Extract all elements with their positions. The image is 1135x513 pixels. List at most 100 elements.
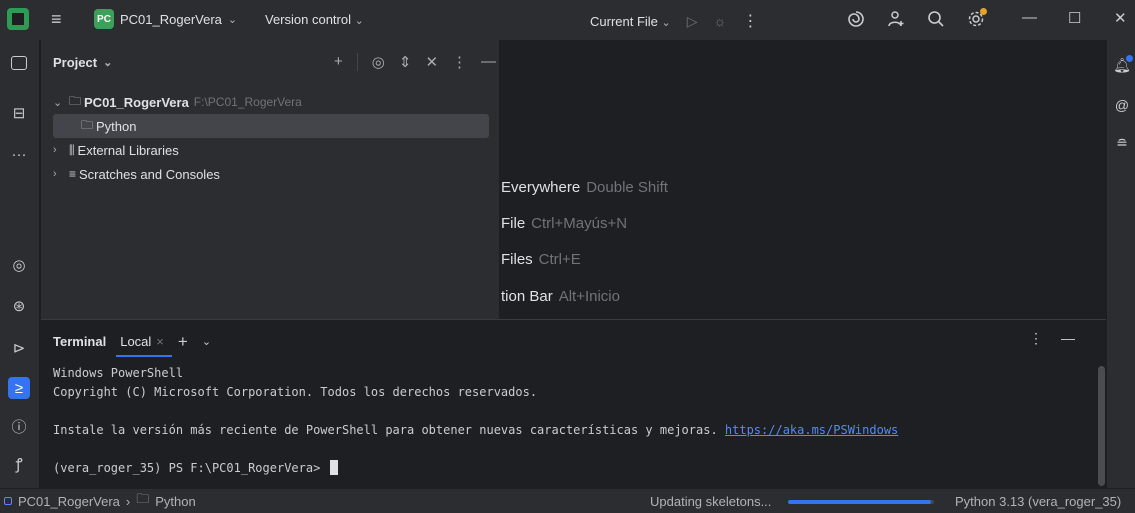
project-panel: Project ⌄ + ◎ ⇕ ✕ ⋮ — ⌄ 🗀︎ PC01_RogerVer… — [41, 40, 500, 319]
terminal-tab-bar: Terminal Local × + ⌄ — [53, 330, 211, 357]
add-user-icon[interactable] — [885, 8, 907, 30]
editor-area: Everywhere Double Shift File Ctrl+Mayús+N … — [501, 40, 1106, 319]
terminal-output[interactable]: Windows PowerShell Copyright (C) Microso… — [53, 364, 898, 478]
hide-panel-icon[interactable]: — — [481, 53, 496, 71]
new-file-icon[interactable]: + — [334, 53, 343, 71]
hint-go-to-file: File Ctrl+Mayús+N — [501, 215, 627, 232]
hint-search-everywhere: Everywhere Double Shift — [501, 179, 668, 196]
folder-icon: 🗀︎ — [69, 93, 82, 108]
project-square-icon — [4, 497, 12, 505]
terminal-icon[interactable]: ≥ — [8, 377, 30, 399]
terminal-options: ⋮ — — [1029, 330, 1075, 347]
ai-assistant-icon[interactable] — [845, 8, 867, 30]
settings-gear-icon[interactable] — [965, 8, 987, 30]
close-icon[interactable]: ✕ — [1114, 9, 1127, 27]
tree-item-path: F:\PC01_RogerVera — [193, 95, 302, 109]
tree-item-label: Scratches and Consoles — [79, 166, 220, 182]
hint-shortcut: Double Shift — [586, 179, 668, 196]
breadcrumb-folder[interactable]: Python — [155, 494, 195, 509]
progress-bar[interactable] — [788, 500, 934, 504]
expand-all-icon[interactable]: ⇕ — [399, 53, 412, 71]
debug-icon[interactable]: ☼ — [714, 13, 727, 29]
terminal-tab-local[interactable]: Local × — [116, 334, 172, 357]
chevron-right-icon[interactable]: › — [53, 168, 69, 180]
structure-icon[interactable]: ⊟ — [8, 102, 30, 124]
locate-file-icon[interactable]: ◎ — [372, 53, 385, 71]
project-view-selector[interactable]: Project ⌄ — [53, 55, 112, 70]
main-menu-icon[interactable]: ≡ — [51, 10, 69, 28]
library-icon: ⫼ — [69, 142, 75, 157]
powershell-link[interactable]: https://aka.ms/PSWindows — [725, 423, 898, 437]
chevron-down-icon[interactable]: ⌄ — [202, 335, 211, 348]
chevron-right-icon[interactable]: › — [53, 144, 69, 156]
background-task-label[interactable]: Updating skeletons... — [650, 494, 771, 509]
collapse-all-icon[interactable]: ✕ — [425, 53, 438, 71]
options-icon[interactable]: ⋮ — [1029, 330, 1043, 347]
folder-icon: 🗀︎ — [81, 117, 94, 132]
services-icon[interactable]: ⊳ — [8, 337, 30, 359]
hint-label: Files — [501, 251, 533, 268]
title-bar: ≡ PC PC01_RogerVera ⌄ Version control ⌄ … — [0, 0, 1135, 40]
hint-recent-files: Files Ctrl+E — [501, 251, 581, 268]
terminal-prompt: (vera_roger_35) PS F:\PC01_RogerVera> — [53, 461, 328, 475]
chevron-down-icon: ⌄ — [661, 16, 671, 29]
project-folder-icon[interactable] — [11, 56, 27, 70]
python-interpreter-selector[interactable]: Python 3.13 (vera_roger_35) — [955, 494, 1121, 509]
breadcrumb: PC01_RogerVera › 🗀︎ Python — [4, 490, 196, 512]
project-name: PC01_RogerVera — [120, 11, 222, 27]
tree-item-python[interactable]: 🗀︎ Python — [53, 114, 489, 138]
notifications-bell-icon[interactable]: 🔔︎ — [1113, 55, 1133, 74]
run-config-selector[interactable]: Current File ⌄ — [590, 14, 671, 29]
hint-label: File — [501, 215, 526, 232]
project-switcher[interactable]: PC PC01_RogerVera ⌄ — [94, 9, 237, 29]
project-toolbar: + ◎ ⇕ ✕ ⋮ — — [334, 53, 496, 71]
problems-icon[interactable]: ⓘ — [8, 415, 30, 437]
git-icon[interactable]: ꝭ — [8, 453, 30, 475]
run-icon[interactable]: ▷ — [687, 13, 698, 30]
new-terminal-icon[interactable]: + — [178, 332, 188, 352]
chevron-right-icon: › — [125, 493, 131, 509]
pycharm-logo-icon[interactable] — [7, 8, 29, 30]
maximize-icon[interactable]: ☐ — [1068, 9, 1081, 27]
options-icon[interactable]: ⋮ — [452, 53, 467, 71]
hint-shortcut: Alt+Inicio — [558, 288, 620, 305]
notification-dot — [1126, 55, 1133, 62]
hint-label: tion Bar — [501, 288, 553, 305]
right-tool-strip: 🔔︎ @ ≘ — [1106, 40, 1135, 488]
tab-label: Local — [120, 334, 152, 349]
toolbar-divider — [356, 53, 358, 71]
terminal-line: Windows PowerShell — [53, 366, 184, 380]
terminal-scrollbar[interactable] — [1098, 366, 1105, 486]
ai-chat-icon[interactable]: @ — [1113, 96, 1131, 114]
left-tool-strip: ⊟ ··· ◎ ⊛ ⊳ ≥ ⓘ ꝭ — [0, 40, 40, 488]
project-badge: PC — [94, 9, 114, 29]
chevron-down-icon[interactable]: ⌄ — [53, 96, 69, 109]
progress-bar-fill — [788, 500, 932, 504]
terminal-line: Copyright (C) Microsoft Corporation. Tod… — [53, 385, 538, 399]
database-icon[interactable]: ≘ — [1113, 134, 1131, 152]
chevron-down-icon: ⌄ — [354, 15, 364, 27]
status-bar: PC01_RogerVera › 🗀︎ Python Updating skel… — [0, 488, 1135, 513]
version-control-label: Version control — [265, 12, 351, 27]
terminal-cursor — [329, 460, 338, 475]
search-icon[interactable] — [925, 8, 947, 30]
tree-item-external-libraries[interactable]: › ⫼ External Libraries — [53, 138, 489, 162]
run-toolbar: Current File ⌄ ▷ ☼ ⋮ — [590, 11, 758, 31]
tree-item-project-root[interactable]: ⌄ 🗀︎ PC01_RogerVera F:\PC01_RogerVera — [53, 90, 489, 114]
chevron-down-icon: ⌄ — [227, 13, 238, 26]
notification-dot — [980, 8, 987, 15]
project-tree: ⌄ 🗀︎ PC01_RogerVera F:\PC01_RogerVera 🗀︎… — [53, 90, 489, 186]
python-console-icon[interactable]: ⊛ — [8, 295, 30, 317]
breadcrumb-project[interactable]: PC01_RogerVera — [18, 494, 120, 509]
terminal-line: Instale la versión más reciente de Power… — [53, 423, 725, 437]
more-tools-icon[interactable]: ··· — [8, 143, 30, 165]
tree-item-label: Python — [96, 118, 137, 134]
titlebar-right-icons — [845, 8, 987, 30]
close-tab-icon[interactable]: × — [156, 334, 164, 349]
version-control-menu[interactable]: Version control ⌄ — [265, 12, 364, 27]
hide-panel-icon[interactable]: — — [1061, 330, 1075, 347]
python-packages-icon[interactable]: ◎ — [8, 254, 30, 276]
tree-item-scratches[interactable]: › ≡ Scratches and Consoles — [53, 162, 489, 186]
minimize-icon[interactable]: — — [1022, 9, 1037, 26]
more-actions-icon[interactable]: ⋮ — [742, 11, 758, 31]
